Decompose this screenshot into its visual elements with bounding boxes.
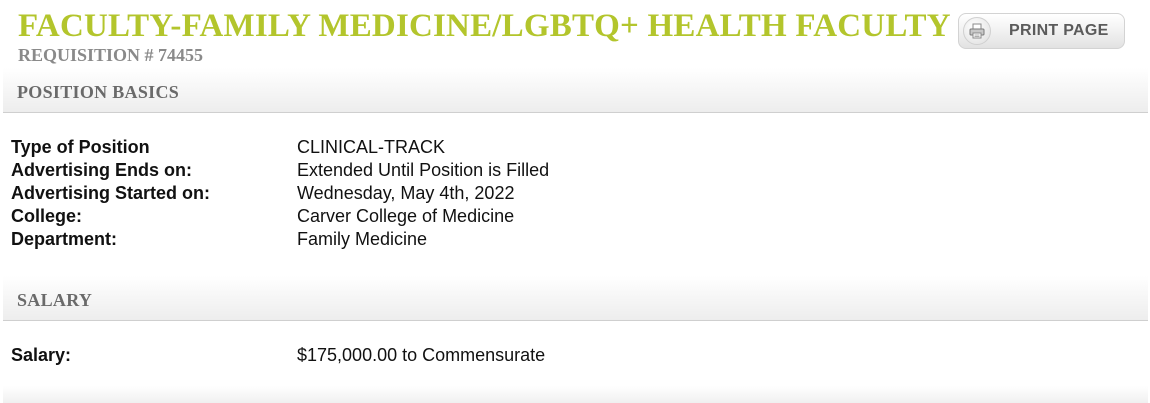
next-section-header <box>3 386 1148 403</box>
section-title: POSITION BASICS <box>17 82 180 102</box>
detail-row: Salary: $175,000.00 to Commensurate <box>11 344 545 367</box>
section-title: SALARY <box>17 290 93 310</box>
requisition-number: REQUISITION # 74455 <box>18 45 204 65</box>
detail-label: Type of Position <box>11 137 150 157</box>
section-header-salary: SALARY <box>3 276 1148 321</box>
detail-label: Advertising Ends on: <box>11 160 193 180</box>
detail-value: CLINICAL-TRACK <box>297 137 446 157</box>
position-basics-list: Type of Position CLINICAL-TRACK Advertis… <box>11 136 549 251</box>
detail-label: Advertising Started on: <box>11 183 211 203</box>
detail-row: Advertising Started on: Wednesday, May 4… <box>11 182 549 205</box>
detail-row: Department: Family Medicine <box>11 228 549 251</box>
detail-value: $175,000.00 to Commensurate <box>297 345 546 365</box>
job-posting-page: FACULTY-FAMILY MEDICINE/LGBTQ+ HEALTH FA… <box>0 0 1150 403</box>
detail-value: Carver College of Medicine <box>297 206 515 226</box>
detail-label: Salary: <box>11 345 72 365</box>
page-title: FACULTY-FAMILY MEDICINE/LGBTQ+ HEALTH FA… <box>18 8 951 44</box>
printer-icon <box>963 17 991 45</box>
salary-list: Salary: $175,000.00 to Commensurate <box>11 344 545 367</box>
print-page-button[interactable]: PRINT PAGE <box>958 13 1125 49</box>
detail-row: College: Carver College of Medicine <box>11 205 549 228</box>
detail-value: Extended Until Position is Filled <box>297 160 550 180</box>
detail-row: Advertising Ends on: Extended Until Posi… <box>11 159 549 182</box>
detail-label: College: <box>11 206 83 226</box>
detail-value: Family Medicine <box>297 229 428 249</box>
detail-value: Wednesday, May 4th, 2022 <box>297 183 515 203</box>
detail-row: Type of Position CLINICAL-TRACK <box>11 136 549 159</box>
section-header-position-basics: POSITION BASICS <box>3 68 1148 113</box>
detail-label: Department: <box>11 229 118 249</box>
print-page-label: PRINT PAGE <box>1009 22 1109 39</box>
